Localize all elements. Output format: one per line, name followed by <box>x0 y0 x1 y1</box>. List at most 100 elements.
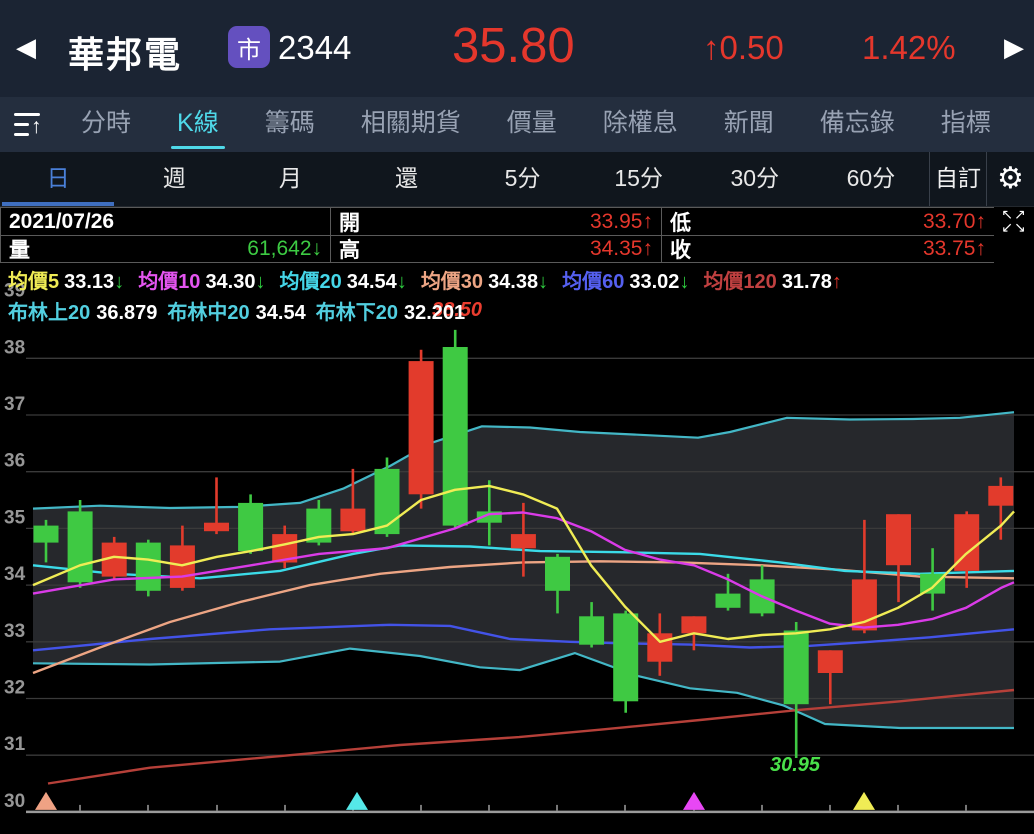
tab-kline[interactable]: K線 <box>171 97 225 152</box>
boll-upper-legend: 布林上20 36.879 <box>8 301 158 324</box>
candle-body <box>715 593 741 608</box>
low-label: 低 <box>670 211 691 235</box>
candle-body <box>886 514 911 566</box>
candle-body <box>681 616 707 634</box>
current-price: 35.80 <box>452 19 575 73</box>
low-value: 33.70↑ <box>922 209 986 233</box>
candle-body <box>340 508 366 532</box>
period-custom[interactable]: 自訂 <box>929 152 987 206</box>
high-value: 34.35↑ <box>589 237 653 260</box>
tab-intraday[interactable]: 分時 <box>79 97 133 152</box>
expand-button[interactable]: ↖↗ ↙↘ <box>994 207 1034 235</box>
ma30-legend: 均價30 34.38↓ <box>420 270 549 293</box>
tab-chips[interactable]: 籌碼 <box>263 97 317 152</box>
y-axis-label: 36 <box>4 451 25 472</box>
period-week[interactable]: 週 <box>116 152 232 206</box>
bollinger-legend-row: 布林上20 36.879 布林中20 34.54 布林下20 32.201 <box>8 296 475 324</box>
close-cell: 收 33.75↑ <box>661 235 994 263</box>
price-annotation: 30.95 <box>770 754 821 776</box>
price-change: ↑0.50 <box>703 29 784 67</box>
y-axis-label: 32 <box>4 678 25 699</box>
up-arrow-icon: ↑ <box>703 29 720 66</box>
candle-body <box>204 522 229 532</box>
volume-value: 61,642↓ <box>247 237 322 260</box>
tab-dividend[interactable]: 除權息 <box>601 97 680 152</box>
close-label: 收 <box>670 239 691 262</box>
candle-body <box>442 347 468 526</box>
period-month[interactable]: 月 <box>232 152 348 206</box>
candle-body <box>33 525 59 543</box>
candle-body <box>169 545 195 588</box>
high-cell: 高 34.35↑ <box>330 235 661 263</box>
close-value: 33.75↑ <box>922 237 986 260</box>
ma20-legend: 均價20 34.54↓ <box>279 270 407 293</box>
period-60min[interactable]: 60分 <box>813 152 929 206</box>
candle-body <box>238 502 264 552</box>
stock-name: 華邦電 <box>68 34 183 75</box>
y-axis-label: 31 <box>4 734 26 755</box>
tab-price-volume[interactable]: 價量 <box>505 97 559 152</box>
back-arrow-icon[interactable]: ◀ <box>16 32 36 63</box>
candle-date: 2021/07/26 <box>0 207 330 235</box>
volume-label: 量 <box>9 239 30 262</box>
marker-cyan <box>346 791 368 810</box>
ma60-legend: 均價60 33.02↓ <box>562 270 690 293</box>
ma10-legend: 均價10 34.30↓ <box>138 270 266 293</box>
candle-body <box>408 361 434 495</box>
period-day[interactable]: 日 <box>0 152 116 206</box>
candle-body <box>647 633 673 662</box>
menu-bar <box>14 123 29 126</box>
y-axis-label: 30 <box>4 791 25 812</box>
header: ◀ 華邦電 市 2344 35.80 ↑0.50 1.42% ▶ <box>0 0 1034 97</box>
candle-body <box>545 556 570 591</box>
boll-lower-legend: 布林下20 32.201 <box>315 301 466 324</box>
expand-icon: ↙↘ <box>1001 219 1027 235</box>
period-15min[interactable]: 15分 <box>581 152 697 206</box>
y-axis-label: 38 <box>4 337 25 358</box>
expand-button-area <box>994 235 1034 263</box>
tab-indicators[interactable]: 指標 <box>939 97 993 152</box>
tab-futures[interactable]: 相關期貨 <box>359 97 463 152</box>
gear-icon[interactable]: ⚙ <box>987 152 1034 206</box>
ma-legend-row: 均價5 33.13↓ 均價10 34.30↓ 均價20 34.54↓ 均價30 34.3… <box>8 265 856 293</box>
marker-yellow <box>853 791 875 810</box>
marker-magenta <box>683 791 705 810</box>
candle-body <box>817 650 843 673</box>
y-axis-label: 34 <box>4 564 26 585</box>
marker-peach <box>35 791 57 810</box>
period-bar: 日 週 月 還 5分 15分 30分 60分 自訂 ⚙ <box>0 152 1034 207</box>
ohlc-info-table: 2021/07/26 開 33.95↑ 低 33.70↑ ↖↗ ↙↘ 量 61,… <box>0 207 1034 263</box>
tab-news[interactable]: 新聞 <box>722 97 776 152</box>
change-value: 0.50 <box>719 29 784 66</box>
market-badge: 市 <box>228 26 270 68</box>
candle-body <box>135 542 161 591</box>
boll-middle-legend: 布林中20 34.54 <box>167 301 306 324</box>
ma5-legend: 均價5 33.13↓ <box>8 270 125 293</box>
ma120-line <box>47 688 1015 785</box>
y-axis-label: 37 <box>4 394 25 415</box>
tab-memo[interactable]: 備忘錄 <box>818 97 897 152</box>
candle-body <box>988 485 1014 506</box>
tab-bar: ↑ 分時 K線 籌碼 相關期貨 價量 除權息 新聞 備忘錄 指標 法人 主力 資 <box>0 97 1034 152</box>
period-5min[interactable]: 5分 <box>465 152 581 206</box>
stock-app: ◀ 華邦電 市 2344 35.80 ↑0.50 1.42% ▶ ↑ 分時 K線… <box>0 0 1034 834</box>
stock-code: 2344 <box>278 29 352 66</box>
y-axis-label: 33 <box>4 621 25 642</box>
list-up-icon[interactable]: ↑ <box>0 97 58 152</box>
open-value: 33.95↑ <box>589 209 653 233</box>
up-arrow-icon: ↑ <box>31 115 42 138</box>
forward-arrow-icon[interactable]: ▶ <box>1004 32 1024 63</box>
y-axis-label: 35 <box>4 507 26 528</box>
ma120-legend: 均價120 31.78↑ <box>703 270 842 293</box>
candle-body <box>613 613 639 702</box>
candle-body <box>920 573 946 594</box>
volume-cell: 量 61,642↓ <box>0 235 330 263</box>
candle-body <box>67 511 93 583</box>
period-adjusted[interactable]: 還 <box>348 152 464 206</box>
low-cell: 低 33.70↑ <box>661 207 994 235</box>
candle-body <box>510 534 536 549</box>
open-label: 開 <box>339 211 360 235</box>
kline-chart[interactable]: 3938373635343332313038.5030.95 <box>0 263 1034 834</box>
period-30min[interactable]: 30分 <box>697 152 813 206</box>
price-change-pct: 1.42% <box>862 29 956 66</box>
